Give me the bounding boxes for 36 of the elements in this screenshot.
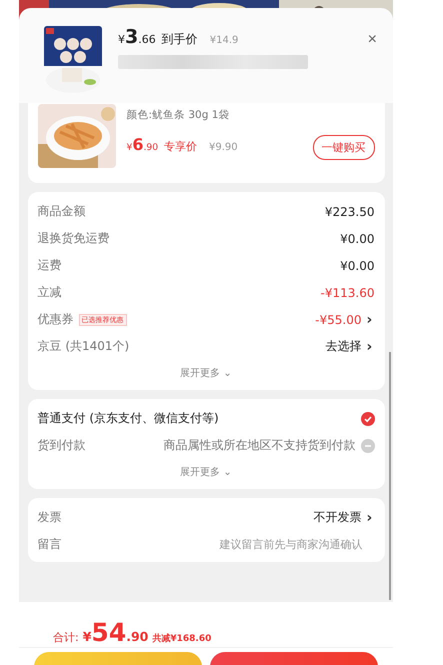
close-button[interactable]: × bbox=[364, 32, 381, 48]
fee-value: ¥0.00 bbox=[340, 258, 374, 272]
fee-label: 立减 bbox=[38, 284, 62, 301]
payment-note: 商品属性或所在地区不支持货到付款 bbox=[164, 437, 356, 454]
total-amount: ¥54.90 bbox=[82, 618, 148, 647]
fee-value: 去选择 bbox=[326, 338, 362, 355]
price-label: 到手价 bbox=[162, 31, 198, 48]
chevron-icon[interactable]: › bbox=[366, 338, 374, 354]
product-spec: 颜色:鱿鱼条 30g 1袋 bbox=[126, 108, 230, 122]
total-label: 合计: bbox=[53, 630, 79, 645]
original-price: ¥9.90 bbox=[209, 142, 238, 153]
expand-more-button[interactable]: 展开更多 ⌄ bbox=[174, 360, 238, 386]
invoice-value[interactable]: 不开发票 bbox=[314, 509, 362, 526]
radio-checked-icon[interactable] bbox=[360, 412, 374, 426]
fee-value: -¥55.00 bbox=[315, 312, 362, 326]
payment-option[interactable]: 普通支付 (京东支付、微信支付等) bbox=[38, 410, 219, 427]
fee-value: -¥113.60 bbox=[320, 286, 374, 300]
fee-label: 商品金额 bbox=[38, 203, 86, 220]
price-label: 专享价 bbox=[164, 139, 198, 154]
fee-label: 优惠券 bbox=[38, 311, 74, 328]
fee-value: ¥223.50 bbox=[324, 204, 374, 218]
fee-label: 运费 bbox=[38, 257, 62, 274]
field-label: 发票 bbox=[38, 509, 62, 526]
hand-price: ¥3.66 bbox=[118, 26, 156, 48]
fee-label: 退换货免运费 bbox=[38, 230, 110, 247]
buy-button[interactable]: 一键购买 bbox=[312, 135, 374, 160]
total-saved: 共减¥168.60 bbox=[152, 632, 212, 645]
chevron-icon[interactable]: › bbox=[366, 312, 374, 328]
fee-value: ¥0.00 bbox=[340, 232, 374, 246]
fee-label: 京豆 (共1401个) bbox=[38, 338, 130, 355]
exclusive-price: ¥6.90 bbox=[126, 135, 158, 154]
message-placeholder[interactable]: 建议留言前先与商家沟通确认 bbox=[220, 537, 362, 552]
expand-more-button[interactable]: 展开更多 ⌄ bbox=[174, 459, 238, 485]
chevron-icon[interactable]: › bbox=[366, 510, 374, 526]
original-price: ¥14.9 bbox=[210, 35, 238, 46]
field-label: 留言 bbox=[38, 536, 62, 553]
